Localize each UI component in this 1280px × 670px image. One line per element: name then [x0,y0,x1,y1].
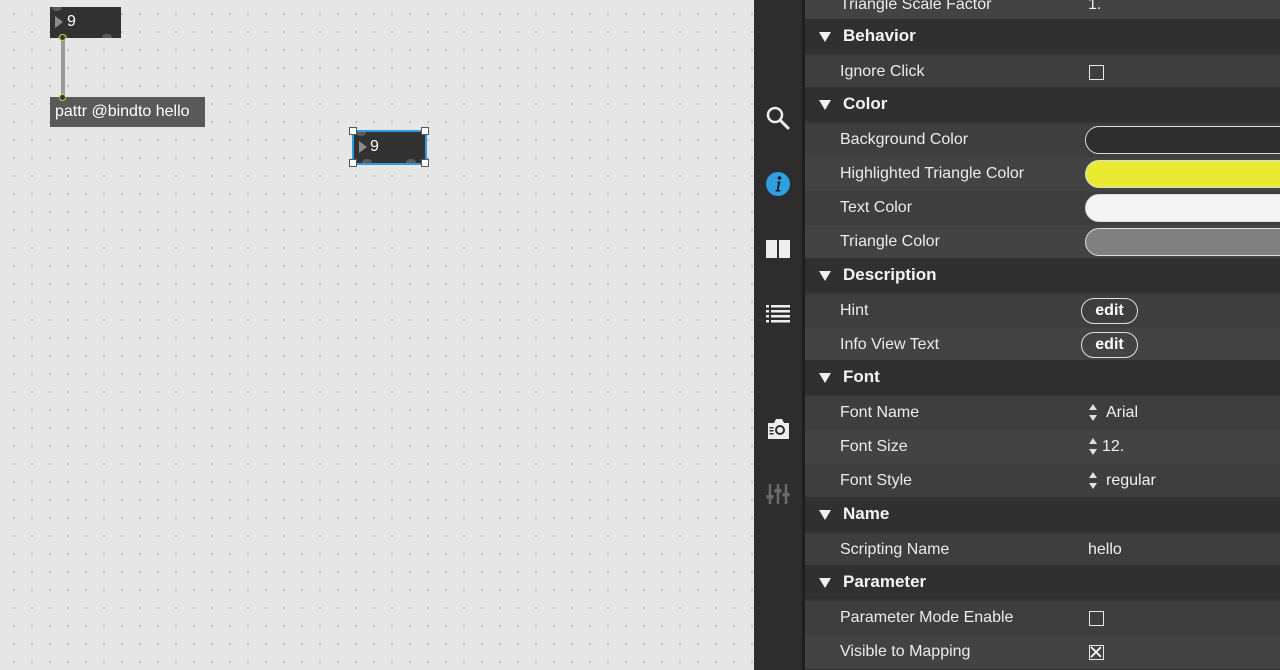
hint-edit-button[interactable]: edit [1081,298,1138,324]
columns-icon [766,240,790,258]
pattr-object-text: pattr @bindto hello [55,103,190,120]
number-box-selected[interactable]: 9 [352,130,427,165]
inspector-row-visible-to-mapping[interactable]: Visible to Mapping [805,635,1280,669]
inspector-row-triangle-color[interactable]: Triangle Color [805,225,1280,259]
stepper-arrows-icon[interactable] [1089,472,1099,490]
section-title: Description [843,265,937,284]
patch-cord[interactable] [61,38,65,98]
color-swatch[interactable] [1085,228,1280,256]
stepper-arrows-icon[interactable] [1089,438,1099,456]
number-box-triangle-icon [359,141,367,153]
outlet[interactable] [406,159,416,163]
inlet[interactable] [356,132,366,136]
info-view-text-edit-button[interactable]: edit [1081,332,1138,358]
collapse-triangle-icon [819,32,831,42]
outlet[interactable] [362,159,372,163]
snapshot-camera-icon [768,419,789,439]
inspector-row-highlighted-triangle-color[interactable]: Highlighted Triangle Color [805,157,1280,191]
color-swatch[interactable] [1085,160,1280,188]
number-box-value: 9 [370,138,379,155]
inspector-row-parameter-mode-enable[interactable]: Parameter Mode Enable [805,601,1280,635]
font-size-value[interactable]: 12. [1102,430,1124,464]
collapse-triangle-icon [819,373,831,383]
inspector-row-scripting-name[interactable]: Scripting Name hello [805,533,1280,567]
section-name[interactable]: Name [805,497,1280,531]
search-icon [766,106,790,130]
inlet[interactable] [52,7,62,11]
stepper-arrows-icon[interactable] [1089,404,1099,422]
property-label: Font Style [840,472,913,489]
section-title: Name [843,504,890,523]
property-label: Visible to Mapping [840,643,971,660]
inspector-panel: Triangle Scale Factor 1. Behavior Ignore… [805,0,1280,670]
property-label: Ignore Click [840,63,925,80]
snapshot-button[interactable] [754,409,802,449]
property-label: Text Color [840,199,913,216]
section-color[interactable]: Color [805,87,1280,121]
section-parameter[interactable]: Parameter [805,565,1280,599]
ignore-click-checkbox[interactable] [1089,65,1104,80]
inspector-row-info-view-text[interactable]: Info View Text edit [805,328,1280,362]
collapse-triangle-icon [819,100,831,110]
section-title: Color [843,94,888,113]
mixer-button[interactable] [754,474,802,514]
parameter-mode-enable-checkbox[interactable] [1089,611,1104,626]
reference-button[interactable] [754,229,802,269]
number-box-triangle-icon [55,16,63,28]
patch-cord-endpoint [59,34,66,41]
number-box-value: 9 [67,13,76,30]
section-description[interactable]: Description [805,258,1280,292]
property-label: Background Color [840,131,969,148]
section-title: Font [843,367,880,386]
inspector-row-font-name[interactable]: Font Name Arial [805,396,1280,430]
font-style-value[interactable]: regular [1106,464,1156,498]
property-label: Scripting Name [840,541,950,558]
resize-handle[interactable] [421,127,429,135]
outlet[interactable] [102,34,112,38]
property-label: Hint [840,302,869,319]
property-label: Info View Text [840,336,940,353]
property-label: Font Size [840,438,908,455]
section-behavior[interactable]: Behavior [805,19,1280,53]
inspector-row-hint[interactable]: Hint edit [805,294,1280,328]
patch-cord-endpoint [59,94,66,101]
pattr-object[interactable]: pattr @bindto hello [50,97,205,127]
patcher-canvas[interactable]: 9 pattr @bindto hello 9 [0,0,754,670]
property-label: Parameter Mode Enable [840,609,1014,626]
section-title: Parameter [843,572,927,591]
collapse-triangle-icon [819,578,831,588]
collapse-triangle-icon [819,271,831,281]
section-title: Behavior [843,26,916,45]
property-label: Font Name [840,404,920,421]
inspector-row-text-color[interactable]: Text Color [805,191,1280,225]
resize-handle[interactable] [349,127,357,135]
visible-to-mapping-checkbox[interactable] [1089,645,1104,660]
inspector-row-font-style[interactable]: Font Style regular [805,464,1280,498]
resize-handle[interactable] [349,159,357,167]
info-icon [766,172,790,196]
scripting-name-value[interactable]: hello [1088,533,1122,567]
mixer-sliders-icon [766,484,790,504]
inspector-row-font-size[interactable]: Font Size 12. [805,430,1280,464]
collapse-triangle-icon [819,510,831,520]
inspector-button[interactable] [754,164,802,204]
inspector-row-ignore-click[interactable]: Ignore Click [805,55,1280,89]
inspector-row-background-color[interactable]: Background Color [805,123,1280,157]
color-swatch[interactable] [1085,194,1280,222]
sidebar-rail [754,0,805,670]
property-label: Highlighted Triangle Color [840,165,1025,182]
section-font[interactable]: Font [805,360,1280,394]
font-name-value[interactable]: Arial [1106,396,1138,430]
list-button[interactable] [754,295,802,335]
list-icon [766,305,790,323]
search-button[interactable] [754,98,802,138]
property-label: Triangle Color [840,233,940,250]
color-swatch[interactable] [1085,126,1280,154]
resize-handle[interactable] [421,159,429,167]
